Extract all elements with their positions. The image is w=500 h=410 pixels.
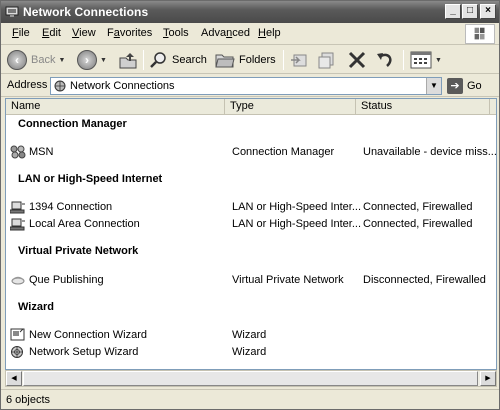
copy-to-button[interactable] <box>317 49 337 71</box>
undo-button[interactable] <box>375 49 395 71</box>
group-header-vpn: Virtual Private Network <box>18 245 139 257</box>
menu-bar: File Edit View Favorites Tools Advanced … <box>1 23 499 45</box>
connections-list[interactable]: Name Type Status Connection Manager MSN … <box>5 98 497 370</box>
chevron-down-icon: ▼ <box>58 56 66 64</box>
up-folder-button[interactable] <box>118 49 138 71</box>
item-name: Local Area Connection <box>29 218 140 230</box>
menu-edit[interactable]: Edit <box>42 27 61 39</box>
column-header-type[interactable]: Type <box>225 99 356 115</box>
list-item-new-connection-wizard[interactable]: New Connection Wizard Wizard <box>10 327 494 343</box>
item-type: LAN or High-Speed Inter... <box>232 201 362 213</box>
windows-logo-icon <box>465 24 495 44</box>
folders-label: Folders <box>239 54 276 66</box>
menu-advanced[interactable]: Advanced <box>201 27 250 39</box>
list-item-que-publishing[interactable]: Que Publishing Virtual Private Network D… <box>10 272 494 288</box>
address-dropdown-button[interactable]: ▼ <box>426 78 441 94</box>
undo-icon <box>377 53 392 67</box>
chevron-down-icon: ▼ <box>100 56 107 64</box>
folders-button[interactable]: Folders <box>215 49 276 71</box>
column-headers: Name Type Status <box>6 99 496 115</box>
close-button[interactable]: × <box>480 4 496 19</box>
scroll-left-button[interactable]: ◀ <box>6 371 22 386</box>
chevron-down-icon: ▼ <box>435 56 442 64</box>
delete-button[interactable] <box>347 49 367 71</box>
item-name: Que Publishing <box>29 274 104 286</box>
msn-icon <box>10 145 26 159</box>
new-connection-wizard-icon <box>10 328 25 341</box>
address-value: Network Connections <box>70 80 175 92</box>
copy-to-icon <box>318 52 334 69</box>
go-arrow-icon: ➔ <box>447 78 463 94</box>
back-label: Back <box>31 54 56 66</box>
item-type: Wizard <box>232 346 267 358</box>
status-bar: 6 objects <box>1 389 499 409</box>
explorer-window: Network Connections _ □ × File Edit View… <box>0 0 500 410</box>
back-arrow-icon: ‹ <box>7 50 27 70</box>
network-connections-icon <box>5 6 19 17</box>
item-type: LAN or High-Speed Inter... <box>232 218 362 230</box>
views-icon <box>410 51 432 69</box>
title-bar[interactable]: Network Connections _ □ × <box>1 1 499 23</box>
views-button[interactable]: ▼ <box>410 49 442 71</box>
maximize-button[interactable]: □ <box>462 4 478 19</box>
network-connections-icon <box>54 80 66 92</box>
lan-connection-icon <box>10 218 25 231</box>
item-type: Wizard <box>232 329 267 341</box>
list-item-msn[interactable]: MSN Connection Manager Unavailable - dev… <box>10 144 497 160</box>
move-to-button[interactable] <box>290 49 310 71</box>
status-text: 6 objects <box>6 394 51 406</box>
move-to-icon <box>291 54 307 67</box>
toolbar-separator <box>143 50 144 70</box>
vpn-icon <box>11 276 25 285</box>
menu-view[interactable]: View <box>72 27 96 39</box>
item-name: 1394 Connection <box>29 201 113 213</box>
item-name: MSN <box>29 146 54 158</box>
menu-help[interactable]: Help <box>258 27 281 39</box>
item-name: New Connection Wizard <box>29 329 147 341</box>
search-label: Search <box>172 54 207 66</box>
column-header-status[interactable]: Status <box>356 99 490 115</box>
group-header-lan: LAN or High-Speed Internet <box>18 173 163 185</box>
group-header-connection-manager: Connection Manager <box>18 118 127 130</box>
up-folder-icon <box>119 53 137 69</box>
item-status: Unavailable - device miss... <box>363 146 497 158</box>
go-label: Go <box>467 80 482 92</box>
toolbar: ‹ Back ▼ › ▼ Search Folders ▼ <box>1 46 499 74</box>
menu-file[interactable]: File <box>12 27 30 39</box>
network-setup-wizard-icon <box>11 346 23 358</box>
item-status: Connected, Firewalled <box>363 218 473 230</box>
column-header-name[interactable]: Name <box>6 99 225 115</box>
horizontal-scrollbar[interactable]: ◀ ▶ <box>5 370 497 387</box>
address-label: Address <box>7 79 48 91</box>
scrollbar-thumb[interactable] <box>23 371 478 386</box>
item-status: Connected, Firewalled <box>363 201 473 213</box>
search-icon <box>150 52 166 68</box>
toolbar-separator <box>403 50 404 70</box>
item-type: Connection Manager <box>232 146 335 158</box>
list-item-1394-connection[interactable]: 1394 Connection LAN or High-Speed Inter.… <box>10 199 494 215</box>
toolbar-separator <box>283 50 284 70</box>
forward-button[interactable]: › ▼ <box>77 49 107 71</box>
list-item-network-setup-wizard[interactable]: Network Setup Wizard Wizard <box>10 344 494 360</box>
group-header-wizard: Wizard <box>18 301 54 313</box>
menu-favorites[interactable]: Favorites <box>107 27 152 39</box>
lan-connection-icon <box>10 201 25 214</box>
search-button[interactable]: Search <box>150 49 207 71</box>
address-bar: Address Network Connections ▼ ➔ Go <box>1 75 499 97</box>
scroll-right-button[interactable]: ▶ <box>480 371 496 386</box>
address-input[interactable]: Network Connections ▼ <box>50 77 442 95</box>
minimize-button[interactable]: _ <box>445 4 461 19</box>
list-item-local-area-connection[interactable]: Local Area Connection LAN or High-Speed … <box>10 216 494 232</box>
forward-arrow-icon: › <box>77 50 97 70</box>
menu-tools[interactable]: Tools <box>163 27 189 39</box>
window-title: Network Connections <box>23 5 149 19</box>
back-button[interactable]: ‹ Back ▼ <box>7 49 65 71</box>
item-status: Disconnected, Firewalled <box>363 274 486 286</box>
folders-icon <box>215 54 235 68</box>
delete-icon <box>348 51 366 69</box>
item-type: Virtual Private Network <box>232 274 344 286</box>
go-button[interactable]: ➔ Go <box>447 78 482 94</box>
item-name: Network Setup Wizard <box>29 346 139 358</box>
